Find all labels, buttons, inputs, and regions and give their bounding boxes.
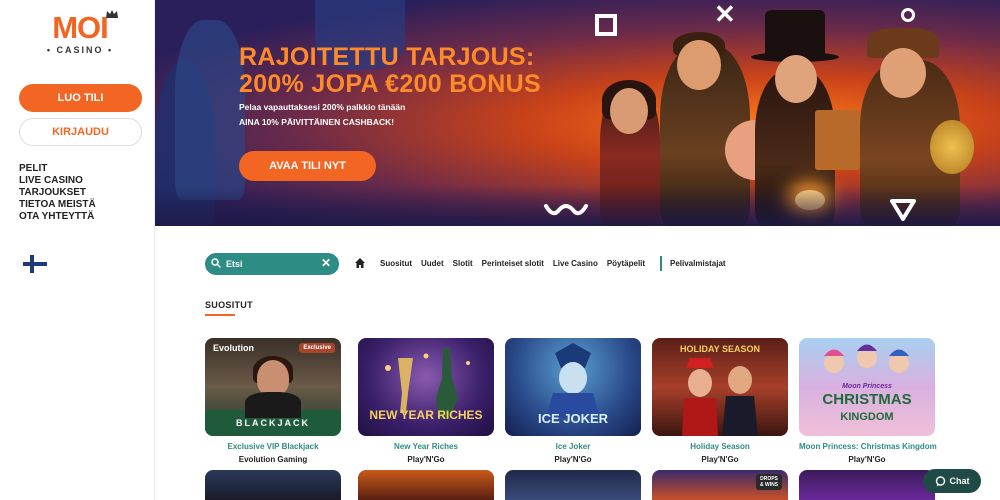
- search-placeholder: Etsi: [226, 259, 243, 269]
- sidebar-item-about[interactable]: TIETOA MEISTÄ: [19, 199, 96, 211]
- square-shape-icon: [595, 14, 617, 36]
- search-icon: [211, 258, 221, 268]
- hero-title: RAJOITETTU TARJOUS: 200% JOPA €200 BONUS: [239, 44, 541, 98]
- tab-classic-slots[interactable]: Perinteiset slotit: [482, 259, 544, 269]
- game-provider: Play'N'Go: [554, 455, 592, 464]
- game-card-new-year-riches[interactable]: NEW YEAR RICHES: [358, 338, 494, 436]
- wave-shape-icon: [544, 204, 588, 216]
- game-name[interactable]: Holiday Season: [652, 442, 788, 451]
- game-art-title: NEW YEAR RICHES: [369, 408, 483, 422]
- game-name[interactable]: Moon Princess: Christmas Kingdom: [799, 442, 937, 451]
- drops-wins-badge: DROPS & WINS: [756, 474, 782, 490]
- triangle-shape-icon: [890, 199, 916, 221]
- game-card[interactable]: [799, 470, 935, 500]
- cross-shape-icon: ✕: [714, 0, 736, 29]
- game-card-moon-princess-christmas[interactable]: Moon Princess CHRISTMAS KINGDOM: [799, 338, 935, 436]
- close-icon[interactable]: ✕: [321, 257, 331, 270]
- game-provider: Play'N'Go: [407, 455, 445, 464]
- hero-rock: [175, 20, 245, 200]
- crown-icon: [106, 10, 118, 18]
- moi-casino-logo[interactable]: MOI • CASINO •: [40, 10, 120, 60]
- logo-subtitle: • CASINO •: [46, 45, 114, 55]
- flag-cross-vertical: [30, 255, 34, 273]
- page: MOI • CASINO • LUO TILI KIRJAUDU PELIT L…: [0, 0, 1000, 500]
- game-art-title: BLACKJACK: [236, 418, 310, 428]
- open-account-button[interactable]: AVAA TILI NYT: [239, 151, 376, 181]
- hero-character-cowboy-face: [880, 48, 926, 98]
- dealer-face: [257, 360, 289, 396]
- logo-subtitle-text: CASINO: [56, 45, 104, 55]
- game-card[interactable]: [358, 470, 494, 500]
- tab-slots[interactable]: Slotit: [453, 259, 473, 269]
- chat-label: Chat: [949, 476, 970, 486]
- game-card[interactable]: DROPS & WINS: [652, 470, 788, 500]
- tab-popular[interactable]: Suositut: [380, 259, 412, 269]
- circle-shape-icon: [901, 8, 915, 22]
- game-card[interactable]: [205, 470, 341, 500]
- category-divider: [660, 256, 662, 271]
- sidebar-nav: PELIT LIVE CASINO TARJOUKSET TIETOA MEIS…: [19, 163, 96, 223]
- section-underline: [205, 314, 235, 316]
- game-art-title-line2: CHRISTMAS: [822, 391, 912, 408]
- sidebar-item-promotions[interactable]: TARJOUKSET: [19, 187, 96, 199]
- tab-new[interactable]: Uudet: [421, 259, 444, 269]
- game-name[interactable]: Exclusive VIP Blackjack: [205, 442, 341, 451]
- exclusive-badge: Exclusive: [299, 343, 335, 353]
- tab-providers[interactable]: Pelivalmistajat: [670, 259, 726, 269]
- hero-character-woman-face: [610, 88, 648, 134]
- sidebar-item-live-casino[interactable]: LIVE CASINO: [19, 175, 96, 187]
- game-card[interactable]: [505, 470, 641, 500]
- register-button[interactable]: LUO TILI: [19, 84, 142, 112]
- evolution-logo: Evolution: [213, 343, 254, 353]
- dealer-body: [245, 392, 301, 418]
- section-title: SUOSITUT: [205, 300, 253, 310]
- login-button[interactable]: KIRJAUDU: [19, 118, 142, 146]
- hero-subtitle-line2: AINA 10% PÄIVITTÄINEN CASHBACK!: [239, 117, 395, 127]
- game-card-ice-joker[interactable]: ICE JOKER: [505, 338, 641, 436]
- finland-flag-icon[interactable]: [23, 255, 47, 273]
- game-provider: Play'N'Go: [848, 455, 886, 464]
- sidebar-item-games[interactable]: PELIT: [19, 163, 96, 175]
- chat-bubble-icon: [935, 475, 945, 486]
- hero-character-adventurer-face: [677, 40, 721, 90]
- tab-live-casino[interactable]: Live Casino: [553, 259, 598, 269]
- game-name[interactable]: Ice Joker: [505, 442, 641, 451]
- hero-character-tophat-face: [775, 55, 817, 103]
- hero-title-line1: RAJOITETTU TARJOUS:: [239, 43, 535, 71]
- category-tabs: Suositut Uudet Slotit Perinteiset slotit…: [380, 259, 654, 269]
- hero-subtitle: Pelaa vapauttaksesi 200% palkkio tänään …: [239, 100, 405, 130]
- flag-cross-horizontal: [23, 262, 47, 266]
- game-art-title: HOLIDAY SEASON: [679, 344, 761, 354]
- game-provider: Play'N'Go: [701, 455, 739, 464]
- hero-gold-coin: [930, 120, 974, 174]
- hero-banner[interactable]: RAJOITETTU TARJOUS: 200% JOPA €200 BONUS…: [155, 0, 1000, 226]
- chat-button[interactable]: Chat: [923, 469, 981, 493]
- game-provider: Evolution Gaming: [238, 455, 308, 464]
- hero-subtitle-line1: Pelaa vapauttaksesi 200% palkkio tänään: [239, 102, 406, 112]
- game-art-title: ICE JOKER: [537, 411, 609, 426]
- home-icon[interactable]: [354, 257, 366, 269]
- hero-title-line2: 200% JOPA €200 BONUS: [239, 70, 541, 98]
- game-art-title-line3: KINGDOM: [840, 411, 894, 423]
- sidebar-item-contact[interactable]: OTA YHTEYTTÄ: [19, 211, 96, 223]
- sidebar: MOI • CASINO • LUO TILI KIRJAUDU PELIT L…: [0, 0, 155, 500]
- hero-book: [815, 110, 860, 170]
- game-card-holiday-season[interactable]: HOLIDAY SEASON: [652, 338, 788, 436]
- game-name[interactable]: New Year Riches: [358, 442, 494, 451]
- tab-table-games[interactable]: Pöytäpelit: [607, 259, 645, 269]
- game-card-vip-blackjack[interactable]: Evolution Exclusive BLACKJACK: [205, 338, 341, 436]
